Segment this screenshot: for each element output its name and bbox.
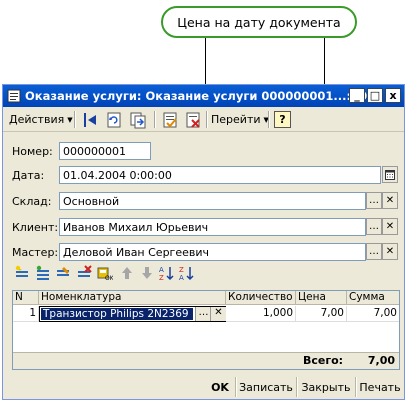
toolbar-separator — [206, 111, 208, 128]
calendar-button[interactable] — [382, 166, 398, 183]
client-field[interactable]: Иванов Михаил Юрьевич — [59, 218, 366, 236]
end-edit-icon[interactable]: OK — [97, 265, 113, 281]
ok-button[interactable]: OK — [207, 377, 233, 397]
row-item-value[interactable]: Транзистор Philips 2N2369 — [41, 308, 193, 320]
row-item-select-button[interactable]: … — [195, 307, 211, 321]
window-title: Оказание услуги: Оказание услуги 0000000… — [25, 89, 378, 103]
minimize-icon: _ — [354, 89, 360, 102]
sort-descending-icon[interactable]: Z A — [179, 265, 195, 281]
row-quantity[interactable]: 1,000 — [226, 306, 296, 322]
document-window: Оказание услуги: Оказание услуги 0000000… — [2, 84, 405, 400]
minimize-button[interactable]: _ — [349, 88, 365, 103]
close-button[interactable]: Закрыть — [299, 377, 353, 397]
main-toolbar: Действия ▼ Перейти ▼ ? — [3, 108, 404, 132]
goto-menu-label: Перейти — [211, 113, 261, 126]
document-icon — [7, 89, 21, 103]
clear-icon: ✕ — [385, 221, 395, 232]
refresh-document-icon[interactable] — [105, 111, 123, 129]
button-separator — [355, 377, 357, 397]
row-item-clear-button[interactable]: ✕ — [210, 307, 226, 321]
price-callout: Цена на дату документа — [161, 6, 357, 38]
save-button-label: Записать — [239, 380, 293, 394]
column-header-sum[interactable]: Сумма — [347, 291, 399, 305]
ellipsis-icon: … — [369, 221, 379, 232]
close-icon: x — [389, 89, 397, 102]
column-header-item[interactable]: Номенклатура — [39, 291, 226, 305]
client-clear-button[interactable]: ✕ — [382, 218, 398, 235]
toolbar-separator — [74, 111, 76, 128]
unpost-document-icon[interactable] — [184, 111, 202, 129]
sort-ascending-icon[interactable]: A Z — [159, 265, 175, 281]
toolbar-separator — [154, 111, 156, 128]
ok-button-label: OK — [211, 380, 229, 394]
move-down-icon[interactable] — [139, 265, 155, 281]
move-up-icon[interactable] — [119, 265, 135, 281]
goods-table: N Номенклатура Количество Цена Сумма 1 Т… — [12, 290, 400, 370]
warehouse-clear-button[interactable]: ✕ — [382, 192, 398, 209]
maximize-button[interactable]: □ — [367, 88, 383, 103]
master-field[interactable]: Деловой Иван Сергеевич — [59, 243, 366, 261]
maximize-icon: □ — [369, 89, 381, 102]
svg-text:OK: OK — [105, 275, 113, 281]
help-button[interactable]: ? — [274, 111, 291, 128]
button-separator — [296, 377, 298, 397]
date-label: Дата: — [12, 169, 45, 182]
column-header-price[interactable]: Цена — [296, 291, 347, 305]
help-icon: ? — [279, 113, 286, 126]
print-button-label: Печать — [359, 380, 401, 394]
svg-text:A: A — [179, 274, 184, 281]
save-button[interactable]: Записать — [238, 377, 294, 397]
post-document-icon[interactable] — [161, 111, 179, 129]
total-value: 7,00 — [367, 354, 395, 367]
edit-row-icon[interactable] — [55, 265, 71, 281]
row-number: 1 — [13, 306, 39, 322]
actions-menu[interactable]: Действия ▼ — [9, 110, 73, 129]
total-label: Всего: — [303, 354, 344, 367]
warehouse-select-button[interactable]: … — [366, 192, 382, 209]
client-label: Клиент: — [12, 221, 59, 234]
delete-row-icon[interactable] — [76, 265, 92, 281]
copy-document-icon[interactable] — [129, 111, 147, 129]
number-label: Номер: — [12, 145, 53, 158]
row-sum: 7,00 — [347, 306, 399, 322]
close-button-label: Закрыть — [301, 380, 351, 394]
master-select-button[interactable]: … — [366, 243, 382, 260]
row-item-cell[interactable]: Транзистор Philips 2N2369 … ✕ — [39, 306, 226, 322]
svg-text:Z: Z — [159, 274, 164, 281]
button-separator — [235, 377, 237, 397]
ellipsis-icon: … — [369, 246, 379, 257]
print-button[interactable]: Печать — [358, 377, 402, 397]
clear-icon: ✕ — [385, 246, 395, 257]
title-bar[interactable]: Оказание услуги: Оказание услуги 0000000… — [3, 85, 404, 107]
dropdown-arrow-icon: ▼ — [67, 115, 73, 124]
master-clear-button[interactable]: ✕ — [382, 243, 398, 260]
table-footer: Всего: 7,00 — [13, 352, 399, 369]
callout-text: Цена на дату документа — [177, 14, 341, 30]
master-label: Мастер: — [12, 246, 59, 259]
number-field[interactable]: 000000001 — [59, 142, 151, 160]
actions-menu-label: Действия — [9, 113, 65, 126]
warehouse-label: Склад: — [12, 195, 52, 208]
copy-row-icon[interactable] — [35, 265, 51, 281]
date-field[interactable]: 01.04.2004 0:00:00 — [59, 166, 381, 184]
close-window-button[interactable]: x — [385, 88, 401, 103]
svg-text:Z: Z — [179, 266, 184, 274]
client-select-button[interactable]: … — [366, 218, 382, 235]
row-price[interactable]: 7,00 — [296, 306, 347, 322]
ellipsis-icon: … — [369, 195, 379, 206]
calendar-icon — [385, 169, 395, 180]
column-header-quantity[interactable]: Количество — [226, 291, 296, 305]
warehouse-field[interactable]: Основной — [59, 192, 366, 210]
column-header-n[interactable]: N — [13, 291, 39, 305]
clear-icon: ✕ — [385, 195, 395, 206]
svg-text:A: A — [159, 266, 164, 274]
add-row-icon[interactable] — [14, 265, 30, 281]
goto-menu[interactable]: Перейти ▼ — [211, 110, 269, 129]
back-arrow-icon[interactable] — [81, 111, 99, 129]
toolbar-separator — [268, 111, 270, 128]
